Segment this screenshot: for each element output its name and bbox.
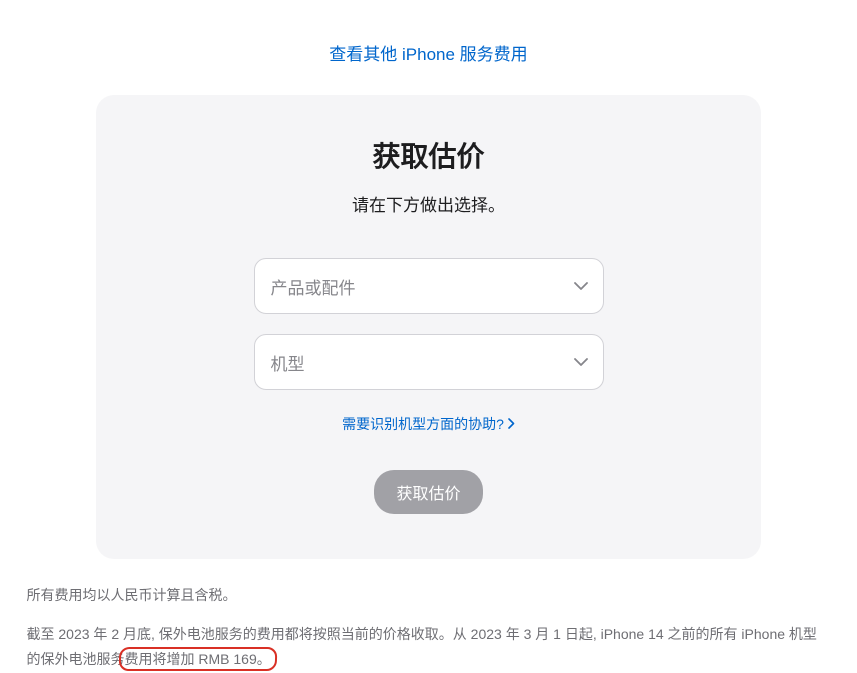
estimate-card: 获取估价 请在下方做出选择。 产品或配件 机型 需要识别机型方面的协助? 获取估… [96, 95, 761, 559]
model-select-wrap: 机型 [254, 334, 604, 390]
help-link-text: 需要识别机型方面的协助? [342, 414, 504, 434]
identify-model-help-link[interactable]: 需要识别机型方面的协助? [342, 414, 515, 434]
footer-line-2-highlight: 费用将增加 RMB 169。 [125, 651, 271, 667]
footer-notes: 所有费用均以人民币计算且含税。 截至 2023 年 2 月底, 保外电池服务的费… [19, 583, 839, 673]
product-select[interactable]: 产品或配件 [254, 258, 604, 314]
chevron-right-icon [508, 416, 515, 432]
card-title: 获取估价 [156, 135, 701, 175]
view-other-services-link[interactable]: 查看其他 iPhone 服务费用 [329, 45, 527, 64]
model-select-placeholder: 机型 [271, 350, 305, 375]
footer-line-2: 截至 2023 年 2 月底, 保外电池服务的费用都将按照当前的价格收取。从 2… [27, 622, 831, 672]
top-link-container: 查看其他 iPhone 服务费用 [0, 0, 857, 95]
footer-line-1: 所有费用均以人民币计算且含税。 [27, 583, 831, 608]
card-subtitle: 请在下方做出选择。 [156, 191, 701, 216]
product-select-wrap: 产品或配件 [254, 258, 604, 314]
model-select[interactable]: 机型 [254, 334, 604, 390]
get-estimate-button[interactable]: 获取估价 [374, 470, 482, 514]
product-select-placeholder: 产品或配件 [271, 274, 356, 299]
